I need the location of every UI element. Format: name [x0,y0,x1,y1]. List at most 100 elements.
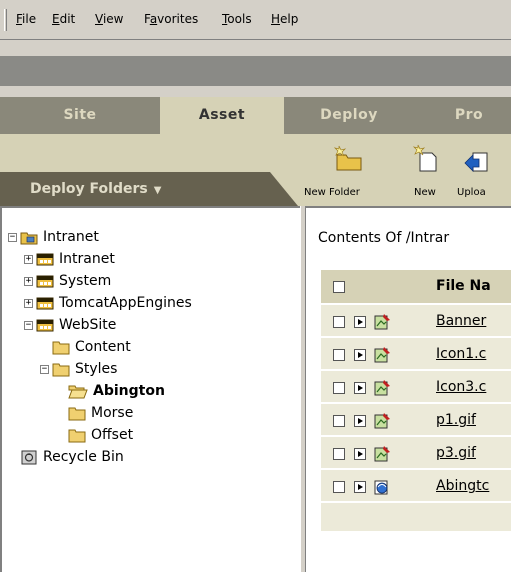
collapse-icon[interactable]: − [40,364,49,374]
new-file-icon [412,144,437,172]
tree-item-label: Abington [93,383,165,399]
file-link[interactable]: Banner [436,313,486,329]
contents-path-label: Contents Of /Intrar [318,230,450,246]
file-link[interactable]: Icon3.c [436,379,486,395]
table-row: Icon3.c [321,369,511,402]
tree-item-label: Recycle Bin [43,449,124,465]
folder-tree: − Intranet + Intranet + System + TomcatA… [0,206,300,572]
folder-icon [52,341,70,354]
row-checkbox[interactable] [333,481,345,493]
tree-item-label: Offset [91,427,134,443]
tree-item-intranet[interactable]: + Intranet [24,248,115,270]
tree-item-tomcatappengines[interactable]: + TomcatAppEngines [24,292,192,314]
collapse-icon[interactable]: − [24,320,33,330]
table-row: Abingtc [321,468,511,501]
menu-edit[interactable]: Edit [52,12,75,26]
tab-deploy[interactable]: Deploy [284,97,414,134]
image-file-icon[interactable] [373,379,391,397]
drive-icon [36,253,54,266]
tree-item-label: Intranet [43,229,99,245]
table-row [321,501,511,531]
image-file-icon[interactable] [373,313,391,331]
select-all-checkbox[interactable] [333,281,345,293]
tree-item-intranet-root[interactable]: − Intranet [8,226,99,248]
row-action-icon[interactable] [354,481,366,493]
menu-help[interactable]: Help [271,12,298,26]
web-file-icon[interactable] [373,478,391,496]
tree-item-system[interactable]: + System [24,270,111,292]
drive-icon [36,275,54,288]
file-link[interactable]: Icon1.c [436,346,486,362]
deploy-folders-dropdown[interactable]: Deploy Folders ▼ [0,172,298,206]
tab-pro[interactable]: Pro [414,97,511,134]
new-folder-icon [334,145,362,171]
menu-file[interactable]: File [16,12,36,26]
row-action-icon[interactable] [354,415,366,427]
file-link[interactable]: Abingtc [436,478,489,494]
row-action-icon[interactable] [354,349,366,361]
table-row: p1.gif [321,402,511,435]
table-row: Icon1.c [321,336,511,369]
table-row: Banner [321,303,511,336]
file-list-pane: Contents Of /Intrar File Na Banner Icon1… [306,206,511,572]
expand-icon[interactable]: + [24,254,33,264]
folder-icon [68,407,86,420]
table-header: File Na [321,270,511,303]
image-file-icon[interactable] [373,445,391,463]
recycle-bin-icon [21,450,37,465]
menu-bar-grip[interactable] [4,9,7,31]
row-checkbox[interactable] [333,382,345,394]
tree-item-offset[interactable]: Offset [68,424,133,446]
tree-item-label: WebSite [59,317,117,333]
new-folder-button[interactable]: New Folder [304,143,378,203]
upload-button[interactable]: Uploa [455,143,511,203]
new-label: New [414,187,436,198]
image-file-icon[interactable] [373,412,391,430]
chevron-down-icon: ▼ [153,185,162,196]
collapse-icon[interactable]: − [8,232,17,242]
tree-item-label: Content [75,339,131,355]
row-checkbox[interactable] [333,349,345,361]
menu-favorites[interactable]: Favorites [144,12,198,26]
row-checkbox[interactable] [333,415,345,427]
expand-icon[interactable]: + [24,276,33,286]
upload-label: Uploa [457,187,486,198]
tree-item-morse[interactable]: Morse [68,402,133,424]
row-checkbox[interactable] [333,316,345,328]
upload-icon [464,152,488,172]
tree-item-recycle-bin[interactable]: Recycle Bin [20,446,124,468]
menu-view[interactable]: View [95,12,123,26]
tree-item-content[interactable]: Content [52,336,131,358]
tree-item-styles[interactable]: − Styles [40,358,117,380]
expand-icon[interactable]: + [24,298,33,308]
drive-icon [36,297,54,310]
file-link[interactable]: p1.gif [436,412,476,428]
tree-item-website[interactable]: − WebSite [24,314,116,336]
tree-item-label: Morse [91,405,134,421]
row-checkbox[interactable] [333,448,345,460]
tree-item-label: TomcatAppEngines [59,295,192,311]
file-name-header[interactable]: File Na [436,278,491,294]
open-folder-icon [68,385,88,398]
tab-site[interactable]: Site [0,97,160,134]
row-action-icon[interactable] [354,316,366,328]
tree-item-abington[interactable]: Abington [68,380,165,402]
row-action-icon[interactable] [354,448,366,460]
menu-bar: File Edit View Favorites Tools Help [0,0,511,40]
menu-tools[interactable]: Tools [222,12,252,26]
tab-bar: Site Asset Deploy Pro [0,97,511,134]
row-action-icon[interactable] [354,382,366,394]
image-file-icon[interactable] [373,346,391,364]
tab-asset[interactable]: Asset [160,97,284,134]
file-link[interactable]: p3.gif [436,445,476,461]
new-button[interactable]: New [402,143,442,203]
deploy-folders-label: Deploy Folders [30,181,148,197]
folder-icon [52,363,70,376]
folder-icon [68,429,86,442]
tree-item-label: System [59,273,112,289]
tree-item-label: Intranet [59,251,115,267]
tree-item-label: Styles [75,361,118,377]
header-banner [0,56,511,86]
table-row: p3.gif [321,435,511,468]
new-folder-label: New Folder [304,187,360,198]
